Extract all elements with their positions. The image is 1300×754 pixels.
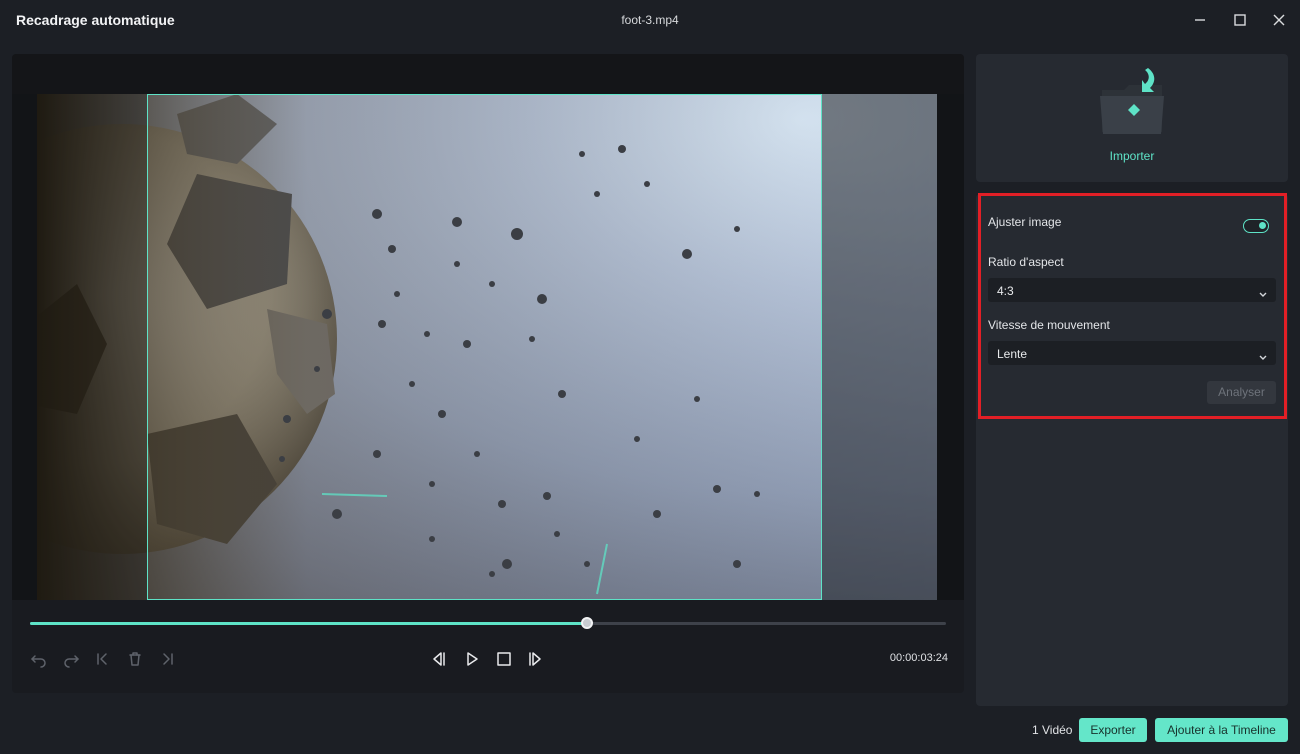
maximize-button[interactable]: [1230, 10, 1250, 30]
redo-icon: [64, 655, 79, 668]
auto-reframe-window: Recadrage automatique foot-3.mp4 00:00:0…: [0, 0, 1300, 754]
chevron-down-icon: [1258, 286, 1268, 304]
redo-button[interactable]: [60, 648, 82, 670]
timecode: 00:00:03:24: [889, 652, 948, 664]
play-button[interactable]: [461, 648, 483, 670]
skip-end-icon: [163, 653, 173, 665]
chevron-down-icon: [1258, 349, 1268, 367]
preview-panel: 00:00:03:24: [12, 54, 964, 693]
minimize-button[interactable]: [1190, 10, 1210, 30]
progress-thumb[interactable]: [580, 617, 593, 629]
minimize-icon: [1195, 19, 1205, 21]
previous-frame-button[interactable]: [427, 648, 449, 670]
aspect-ratio-label: Ratio d'aspect: [988, 255, 1064, 269]
add-to-timeline-button[interactable]: Ajouter à la Timeline: [1155, 718, 1288, 742]
stop-button[interactable]: [493, 648, 515, 670]
analyse-button[interactable]: Analyser: [1207, 381, 1276, 404]
play-icon: [467, 652, 478, 666]
settings-panel: [976, 194, 1288, 706]
motion-speed-value: Lente: [997, 347, 1028, 361]
next-frame-button[interactable]: [525, 648, 547, 670]
soccer-ball-image: [37, 94, 937, 600]
motion-speed-select[interactable]: Lente: [988, 341, 1276, 365]
file-name: foot-3.mp4: [621, 13, 679, 27]
skip-start-icon: [97, 653, 107, 665]
export-button[interactable]: Exporter: [1079, 718, 1147, 742]
fit-image-label: Ajuster image: [988, 215, 1062, 229]
fit-image-toggle[interactable]: [1243, 219, 1269, 233]
import-folder-icon: [1100, 68, 1164, 134]
video-letterbox: [12, 54, 964, 94]
progress-fill: [30, 622, 587, 625]
previous-frame-icon: [433, 652, 445, 666]
close-button[interactable]: [1269, 10, 1289, 30]
motion-speed-label: Vitesse de mouvement: [988, 318, 1110, 332]
maximize-icon: [1234, 14, 1246, 26]
video-frame[interactable]: [37, 94, 937, 600]
stop-icon: [497, 652, 511, 666]
delete-button[interactable]: [124, 648, 146, 670]
aspect-ratio-select[interactable]: 4:3: [988, 278, 1276, 302]
go-to-end-button[interactable]: [156, 648, 178, 670]
toggle-knob: [1259, 222, 1266, 229]
aspect-ratio-value: 4:3: [997, 284, 1014, 298]
video-area: [12, 54, 964, 600]
title-bar: Recadrage automatique foot-3.mp4: [0, 0, 1300, 40]
undo-icon: [31, 655, 46, 668]
video-count: 1 Vidéo: [1032, 723, 1073, 737]
undo-button[interactable]: [28, 648, 50, 670]
trash-icon: [129, 652, 141, 666]
next-frame-icon: [529, 652, 541, 666]
go-to-start-button[interactable]: [92, 648, 114, 670]
import-button[interactable]: Importer: [976, 54, 1288, 182]
close-icon: [1273, 14, 1285, 26]
import-label: Importer: [1109, 149, 1155, 163]
progress-track[interactable]: [30, 617, 946, 629]
